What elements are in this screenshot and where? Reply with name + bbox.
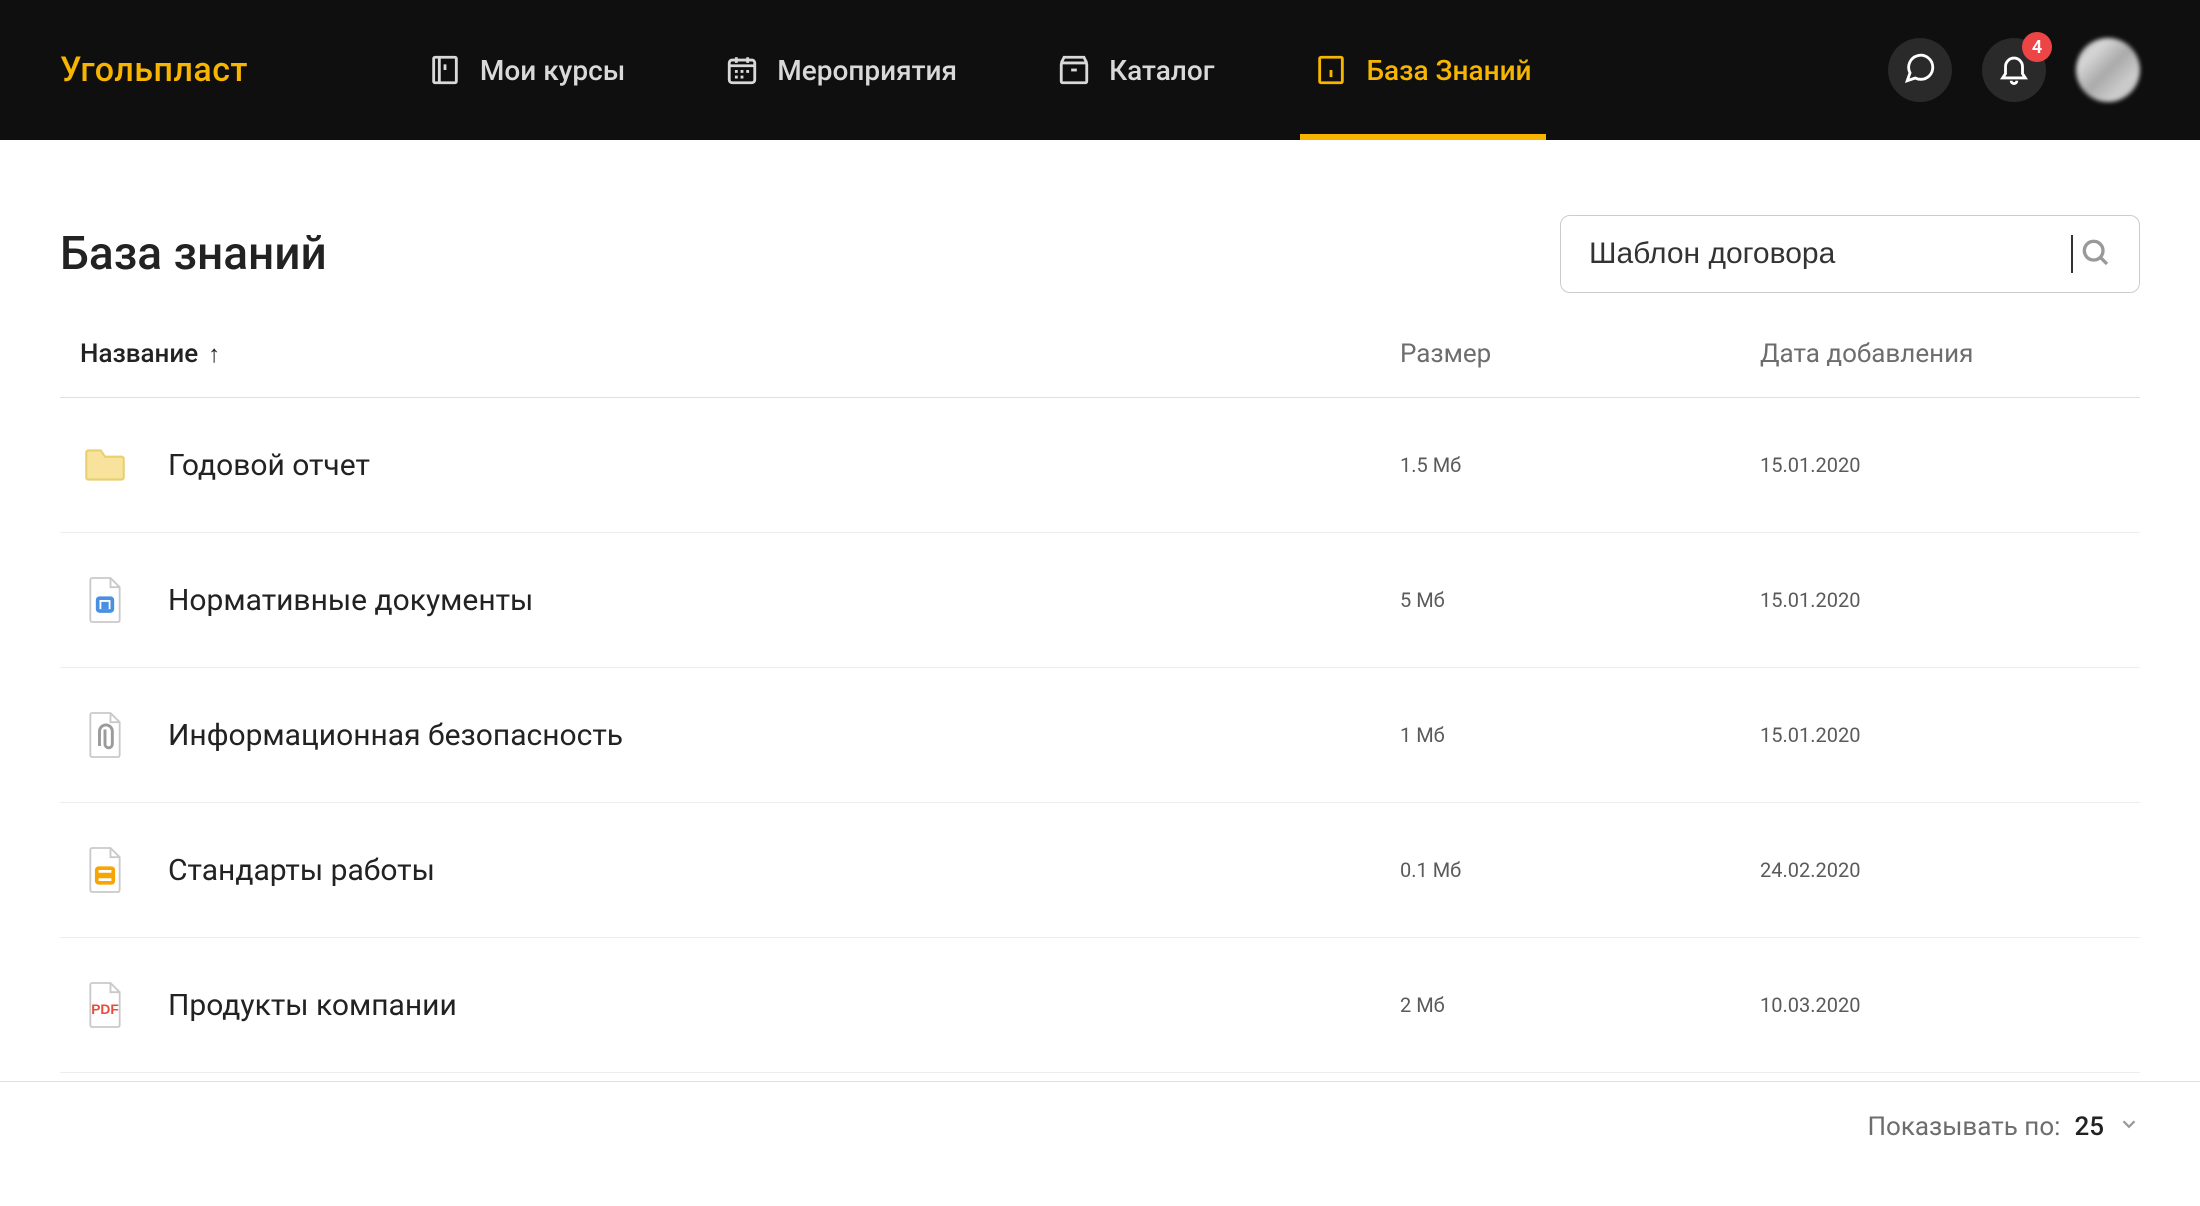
app-header: Угольпласт Мои курсы Мероприятия Каталог (0, 0, 2200, 140)
text-caret (2071, 235, 2073, 273)
search-icon (2079, 236, 2111, 272)
nav-my-courses[interactable]: Мои курсы (428, 0, 625, 140)
nav-knowledge-base[interactable]: База Знаний (1314, 0, 1531, 140)
doc-icon (80, 573, 130, 627)
sort-arrow-up-icon: ↑ (208, 340, 220, 369)
nav-label: Мои курсы (480, 54, 625, 87)
folder-icon (80, 438, 130, 492)
table-row[interactable]: Нормативные документы 5 Мб 15.01.2020 (60, 533, 2140, 668)
col-size-label: Размер (1400, 339, 1491, 369)
file-date: 10.03.2020 (1760, 993, 2120, 1017)
notification-badge: 4 (2022, 32, 2052, 62)
pager: Показывать по: 25 (0, 1081, 2200, 1142)
doc-orange-icon (80, 843, 130, 897)
col-name[interactable]: Название ↑ (80, 339, 1400, 369)
table-header: Название ↑ Размер Дата добавления (60, 339, 2140, 398)
file-name: Годовой отчет (168, 448, 370, 483)
avatar[interactable] (2076, 38, 2140, 102)
chat-button[interactable] (1888, 38, 1952, 102)
chevron-down-icon[interactable] (2118, 1112, 2140, 1142)
chat-icon (1903, 51, 1937, 89)
pager-value[interactable]: 25 (2074, 1112, 2104, 1142)
file-date: 15.01.2020 (1760, 588, 2120, 612)
file-name: Нормативные документы (168, 583, 533, 618)
col-date[interactable]: Дата добавления (1760, 339, 2120, 369)
nav-catalog[interactable]: Каталог (1057, 0, 1214, 140)
table-row[interactable]: Стандарты работы 0.1 Мб 24.02.2020 (60, 803, 2140, 938)
info-icon (1314, 53, 1348, 87)
nav-label: Мероприятия (777, 54, 957, 87)
table-row[interactable]: PDF Продукты компании 2 Мб 10.03.2020 (60, 938, 2140, 1073)
notifications-button[interactable]: 4 (1982, 38, 2046, 102)
search-box[interactable] (1560, 215, 2140, 293)
file-size: 2 Мб (1400, 993, 1760, 1017)
file-date: 24.02.2020 (1760, 858, 2120, 882)
nav-events[interactable]: Мероприятия (725, 0, 957, 140)
box-icon (1057, 53, 1091, 87)
file-name: Стандарты работы (168, 853, 435, 888)
page-top-bar: База знаний (60, 215, 2140, 293)
file-name: Продукты компании (168, 988, 457, 1023)
table-row[interactable]: Годовой отчет 1.5 Мб 15.01.2020 (60, 398, 2140, 533)
file-size: 1.5 Мб (1400, 453, 1760, 477)
doc-attachment-icon (80, 708, 130, 762)
header-actions: 4 (1888, 38, 2140, 102)
file-date: 15.01.2020 (1760, 453, 2120, 477)
main-content: База знаний Название ↑ Размер Дата добав… (0, 140, 2200, 1073)
col-size[interactable]: Размер (1400, 339, 1760, 369)
brand-logo[interactable]: Угольпласт (60, 50, 248, 90)
file-name: Информационная безопасность (168, 718, 623, 753)
pager-label: Показывать по: (1867, 1112, 2060, 1142)
search-input[interactable] (1589, 237, 2071, 271)
page-title: База знаний (60, 227, 327, 281)
nav-label: Каталог (1109, 54, 1214, 87)
col-date-label: Дата добавления (1760, 339, 1973, 369)
book-icon (428, 53, 462, 87)
calendar-icon (725, 53, 759, 87)
pdf-icon: PDF (80, 978, 130, 1032)
file-date: 15.01.2020 (1760, 723, 2120, 747)
file-size: 0.1 Мб (1400, 858, 1760, 882)
file-size: 5 Мб (1400, 588, 1760, 612)
file-size: 1 Мб (1400, 723, 1760, 747)
col-name-label: Название (80, 339, 198, 369)
table-row[interactable]: Информационная безопасность 1 Мб 15.01.2… (60, 668, 2140, 803)
svg-text:PDF: PDF (91, 1002, 119, 1017)
main-nav: Мои курсы Мероприятия Каталог База Знани… (428, 0, 1888, 140)
nav-label: База Знаний (1366, 54, 1531, 87)
